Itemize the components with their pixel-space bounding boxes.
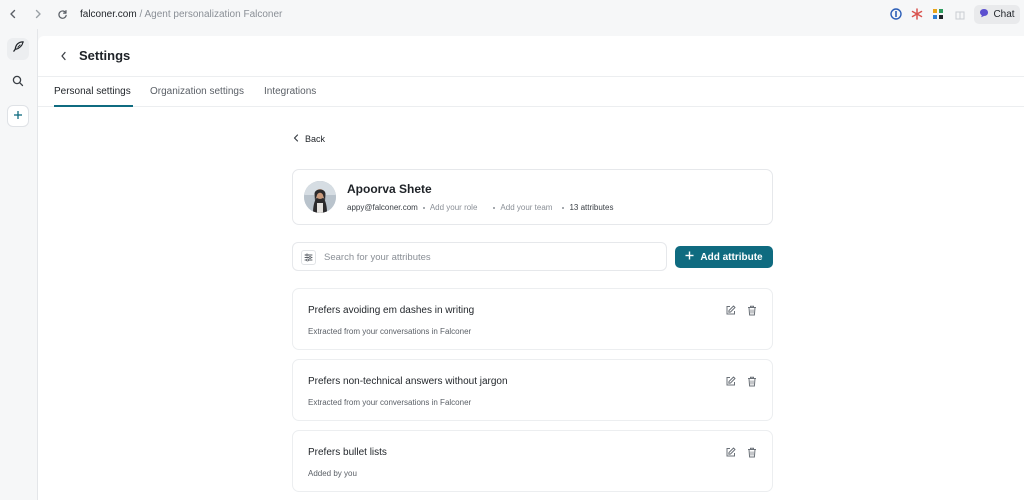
- tab-personal-settings[interactable]: Personal settings: [54, 86, 131, 97]
- add-attribute-button[interactable]: Add attribute: [675, 246, 773, 268]
- tab-organization-settings[interactable]: Organization settings: [150, 86, 244, 97]
- trash-icon[interactable]: [746, 304, 758, 316]
- rail-new-button[interactable]: [7, 105, 29, 127]
- back-chevron-icon: [293, 134, 299, 144]
- add-role-link[interactable]: Add your role: [430, 203, 478, 212]
- attribute-card: Prefers avoiding em dashes in writing Ex…: [292, 288, 773, 350]
- attribute-source: Extracted from your conversations in Fal…: [308, 398, 472, 407]
- attribute-source: Extracted from your conversations in Fal…: [308, 327, 472, 336]
- extension-grid-icon[interactable]: [932, 8, 944, 20]
- active-tab-indicator: [54, 105, 133, 107]
- back-link[interactable]: Back: [293, 134, 325, 144]
- profile-meta: appy@falconer.com Add your role Add your…: [347, 203, 613, 212]
- extension-asterisk-icon[interactable]: [911, 8, 923, 20]
- trash-icon[interactable]: [746, 446, 758, 458]
- attribute-title: Prefers avoiding em dashes in writing: [308, 305, 475, 316]
- attribute-source: Added by you: [308, 469, 357, 478]
- edit-pencil-icon[interactable]: [724, 304, 736, 316]
- plus-icon: [685, 251, 694, 263]
- header-back-chevron-icon[interactable]: [58, 50, 68, 62]
- plus-icon: [13, 107, 23, 125]
- url-path: Agent personalization Falconer: [144, 9, 283, 20]
- attribute-search: [292, 242, 667, 271]
- chat-button[interactable]: Chat: [974, 5, 1020, 24]
- profile-card: Apoorva Shete appy@falconer.com Add your…: [292, 169, 773, 225]
- trash-icon[interactable]: [746, 375, 758, 387]
- attribute-title: Prefers bullet lists: [308, 447, 387, 458]
- edit-pencil-icon[interactable]: [724, 375, 736, 387]
- profile-name: Apoorva Shete: [347, 182, 432, 196]
- search-icon: [12, 74, 24, 92]
- meta-separator: [562, 206, 565, 209]
- attributes-count: 13 attributes: [569, 203, 614, 212]
- forward-arrow-icon[interactable]: [31, 7, 45, 21]
- rail-search-button[interactable]: [7, 72, 29, 94]
- page-title: Settings: [79, 48, 131, 63]
- left-rail: [0, 29, 38, 500]
- avatar: [304, 181, 336, 213]
- url-domain: falconer.com: [80, 9, 137, 20]
- rail-logo-button[interactable]: [7, 38, 29, 60]
- meta-separator: [422, 206, 425, 209]
- extension-1password-icon[interactable]: [890, 8, 902, 20]
- search-input[interactable]: [324, 249, 654, 265]
- feather-icon: [12, 40, 25, 58]
- extension-gift-icon[interactable]: [954, 8, 966, 20]
- chat-bubble-icon: [979, 8, 989, 21]
- profile-email: appy@falconer.com: [347, 203, 418, 212]
- back-link-label: Back: [305, 134, 326, 144]
- reload-icon[interactable]: [55, 7, 69, 21]
- attribute-title: Prefers non-technical answers without ja…: [308, 376, 508, 387]
- settings-page: Settings Personal settings Organization …: [38, 36, 1024, 500]
- add-team-link[interactable]: Add your team: [500, 203, 552, 212]
- edit-pencil-icon[interactable]: [724, 446, 736, 458]
- address-bar[interactable]: falconer.com / Agent personalization Fal…: [80, 8, 282, 21]
- attribute-card: Prefers bullet lists Added by you: [292, 430, 773, 492]
- attribute-card: Prefers non-technical answers without ja…: [292, 359, 773, 421]
- meta-separator: [493, 206, 496, 209]
- url-separator: /: [136, 9, 145, 20]
- chat-button-label: Chat: [993, 9, 1015, 20]
- filter-sliders-icon[interactable]: [301, 250, 316, 265]
- settings-tabs: Personal settings Organization settings …: [38, 77, 1024, 107]
- page-header: Settings: [38, 36, 1024, 77]
- tab-integrations[interactable]: Integrations: [264, 86, 316, 97]
- back-arrow-icon[interactable]: [6, 7, 20, 21]
- add-attribute-label: Add attribute: [700, 251, 763, 263]
- browser-toolbar: falconer.com / Agent personalization Fal…: [0, 0, 1024, 29]
